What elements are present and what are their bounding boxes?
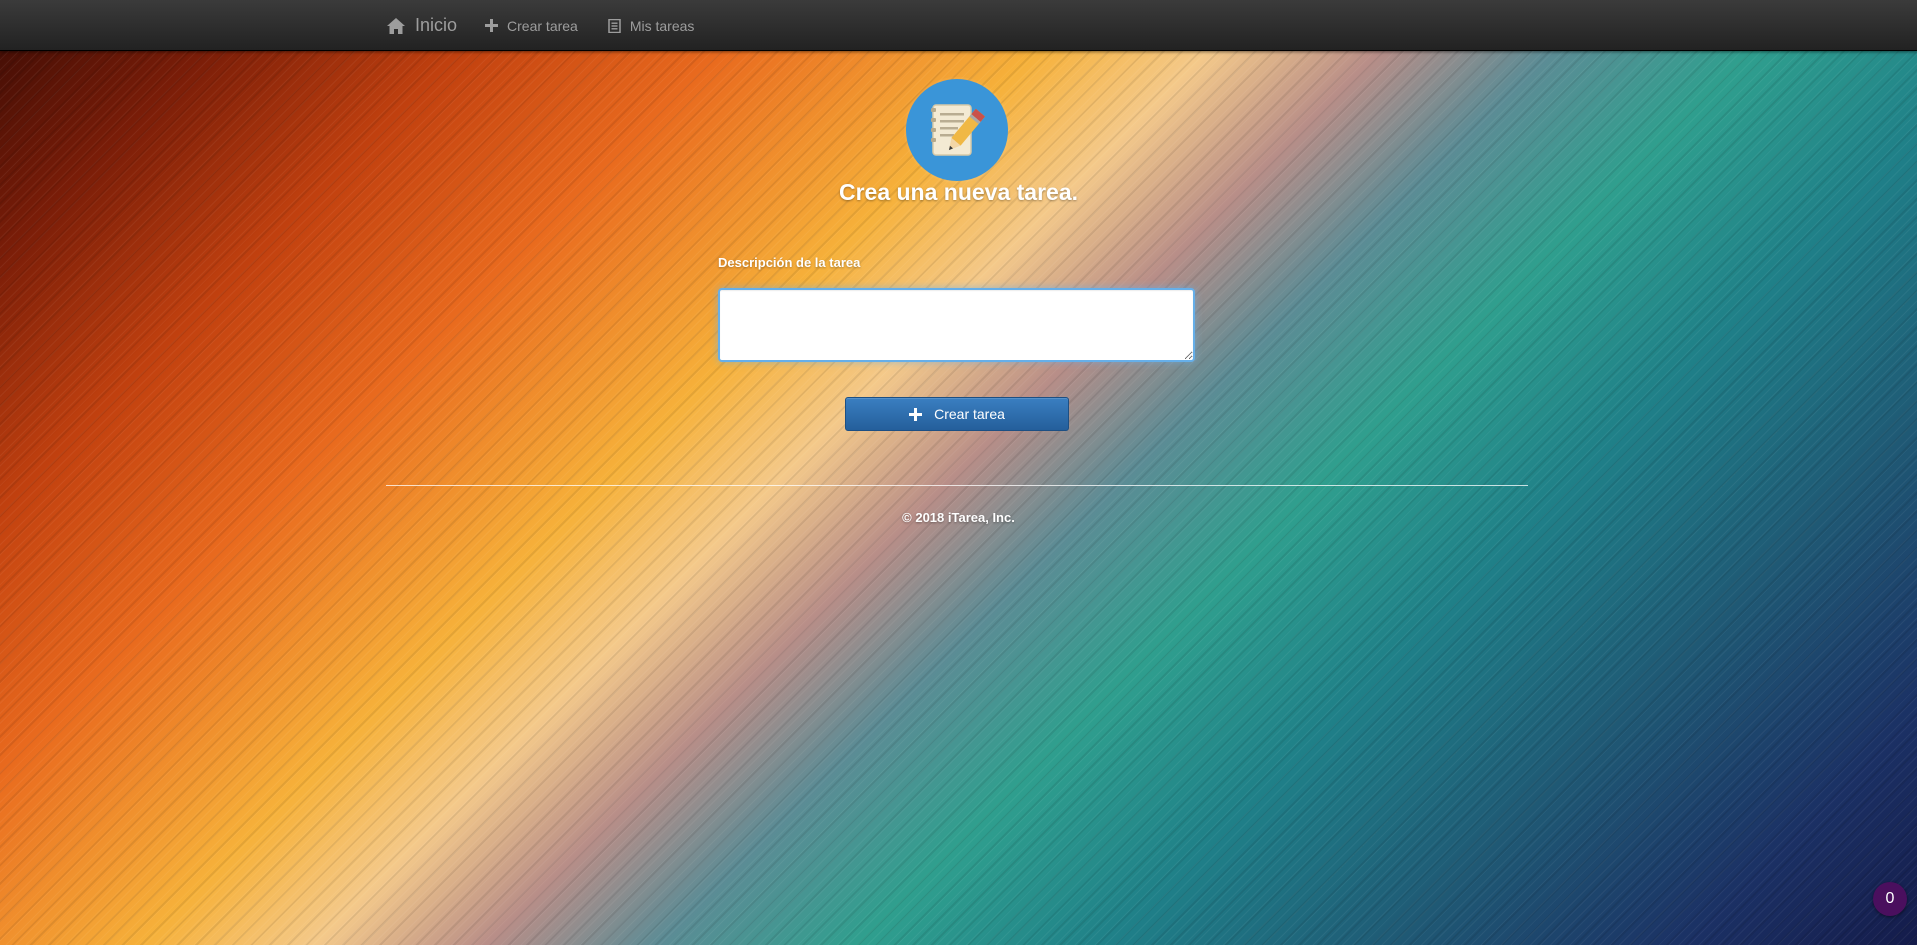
plus-icon bbox=[485, 19, 499, 32]
create-task-button-label: Crear tarea bbox=[934, 406, 1005, 422]
create-task-button[interactable]: Crear tarea bbox=[845, 397, 1069, 431]
nav-my-tasks-label: Mis tareas bbox=[629, 17, 695, 34]
plus-icon bbox=[909, 407, 923, 421]
nav-create-task-label: Crear tarea bbox=[507, 17, 578, 34]
home-icon bbox=[386, 17, 406, 35]
footer-copyright: © 2018 iTarea, Inc. bbox=[902, 510, 1015, 525]
page-title: Crea una nueva tarea. bbox=[838, 179, 1079, 205]
navbar: Inicio Crear tarea Mis tareas bbox=[0, 0, 1917, 51]
notification-badge[interactable]: 0 bbox=[1873, 882, 1907, 916]
task-description-input[interactable] bbox=[718, 288, 1195, 362]
list-icon bbox=[608, 18, 621, 33]
nav-my-tasks-link[interactable]: Mis tareas bbox=[608, 17, 695, 34]
nav-home-link[interactable]: Inicio bbox=[386, 15, 457, 36]
task-description-label: Descripción de la tarea bbox=[718, 255, 861, 270]
nav-container: Inicio Crear tarea Mis tareas bbox=[386, 0, 724, 51]
notepad-pencil-icon bbox=[906, 79, 1008, 181]
nav-create-task-link[interactable]: Crear tarea bbox=[485, 18, 578, 34]
divider bbox=[386, 485, 1528, 486]
nav-home-label: Inicio bbox=[415, 15, 458, 35]
